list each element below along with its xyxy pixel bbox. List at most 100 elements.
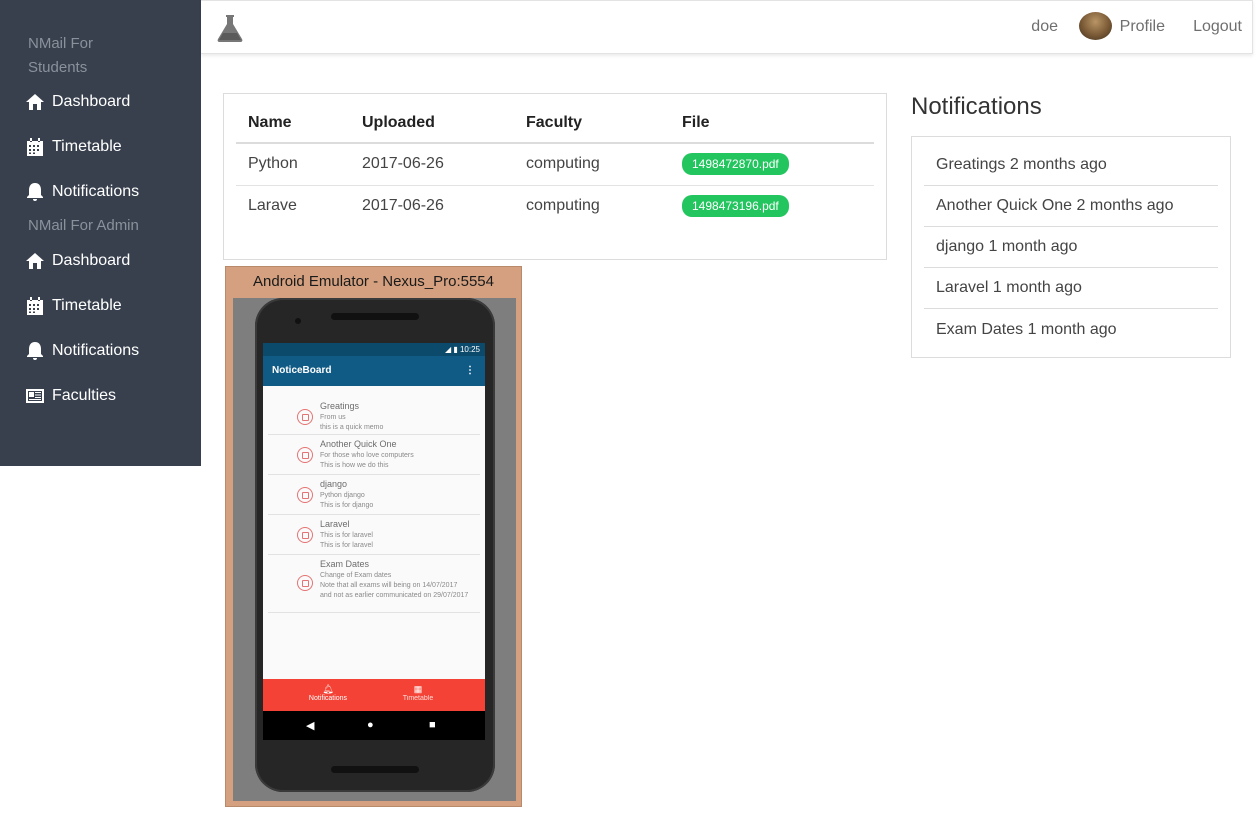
phone-display: ◢ ▮ 10:25 NoticeBoard ⋮ Greatings From u… [263,343,485,740]
notice-title: django [320,479,348,489]
top-navbar: doe Profile Logout [201,0,1253,54]
notice-line: this is a quick memo [320,424,384,431]
bell-icon [24,340,46,362]
logout-link[interactable]: Logout [1193,18,1242,36]
flask-icon[interactable] [215,13,245,43]
notice-line: Note that all exams will being on 14/07/… [320,582,469,599]
camera-icon [295,318,301,324]
notice-item[interactable]: Another Quick One For those who love com… [268,435,480,475]
sidebar: NMail For Students Dashboard Timetable N… [0,0,201,466]
cell-name: Python [236,143,350,186]
column-header-uploaded: Uploaded [350,104,514,144]
megaphone-icon [297,447,313,463]
bottom-navigation: 🔔︎ Notifications ▦ Timetable [263,679,485,711]
android-emulator-window: Android Emulator - Nexus_Pro:5554 ◢ ▮ 10… [225,266,522,807]
cell-uploaded: 2017-06-26 [362,197,444,215]
notice-line: For those who love computers [320,452,414,459]
home-button-icon[interactable]: ● [367,719,374,731]
cell-uploaded: 2017-06-26 [350,143,514,186]
phone-status-bar: ◢ ▮ 10:25 [263,343,485,356]
overflow-menu-icon[interactable]: ⋮ [465,356,475,386]
notice-title: Another Quick One [320,439,397,449]
sidebar-item-admin-faculties[interactable]: Faculties [24,381,116,411]
calendar-icon: ▦ [413,684,423,694]
student-section-title: NMail For Students [28,35,94,76]
bell-icon: 🔔︎ [322,684,334,694]
notification-item[interactable]: Greatings 2 months ago [924,145,1218,186]
megaphone-icon [297,409,313,425]
notice-line: This is for laravel [320,532,373,539]
signal-icon: ◢ ▮ [444,345,460,354]
profile-link[interactable]: Profile [1120,18,1165,36]
uploads-table-card: Name Uploaded Faculty File Python 2017-0… [223,93,887,260]
calendar-icon [24,136,46,158]
notice-line: This is for laravel [320,542,373,549]
back-icon[interactable]: ◀ [306,719,314,732]
sidebar-item-label: Notifications [52,183,140,200]
notification-item[interactable]: Exam Dates 1 month ago [924,309,1218,350]
notification-item[interactable]: django 1 month ago [924,227,1218,268]
sidebar-item-label: Timetable [52,297,122,314]
cell-file: 1498472870.pdf [670,143,874,186]
notice-title: Exam Dates [320,559,370,569]
notice-item[interactable]: django Python django This is for django [268,475,480,515]
cell-file: 1498473196.pdf [670,185,874,227]
app-bar: NoticeBoard ⋮ [263,356,485,386]
bottom-nav-label: Notifications [308,695,348,702]
sidebar-item-admin-timetable[interactable]: Timetable [24,291,122,321]
cell-faculty: computing [526,197,600,215]
recents-icon[interactable]: ■ [429,719,436,731]
notice-item[interactable]: Greatings From us this is a quick memo [268,395,480,435]
cell-faculty: computing [514,143,670,186]
file-link[interactable]: 1498472870.pdf [682,153,789,176]
bottom-nav-notifications[interactable]: 🔔︎ Notifications [288,684,368,702]
notifications-title: Notifications [911,93,1042,120]
notice-line: From us [320,414,346,421]
column-header-name: Name [236,104,350,144]
speaker-grille [331,766,419,773]
phone-frame: ◢ ▮ 10:25 NoticeBoard ⋮ Greatings From u… [255,298,495,792]
bell-icon [24,181,46,203]
sidebar-item-admin-notifications[interactable]: Notifications [24,336,139,366]
notification-item[interactable]: Laravel 1 month ago [924,268,1218,309]
notice-item[interactable]: Laravel This is for laravel This is for … [268,515,480,555]
sidebar-item-label: Dashboard [52,252,131,269]
uploads-table: Name Uploaded Faculty File Python 2017-0… [236,104,874,227]
notice-title: Greatings [320,401,360,411]
notice-title: Laravel [320,519,350,529]
home-icon [24,250,46,272]
bottom-nav-label: Timetable [402,695,434,702]
phone-clock: 10:25 [459,345,480,354]
notifications-list: Greatings 2 months ago Another Quick One… [911,136,1231,358]
cell-name: Larave [248,197,297,215]
home-icon [24,91,46,113]
megaphone-icon [297,487,313,503]
notification-item[interactable]: Another Quick One 2 months ago [924,186,1218,227]
emulator-title: Android Emulator - Nexus_Pro:5554 [253,273,494,290]
bottom-nav-timetable[interactable]: ▦ Timetable [378,684,458,702]
column-header-file: File [670,104,874,144]
notice-line: This is how we do this [320,462,389,469]
app-title: NoticeBoard [272,365,332,376]
newspaper-icon [24,385,46,407]
notice-line: This is for django [320,502,374,509]
notice-line: Python django [320,492,365,499]
sidebar-item-student-dashboard[interactable]: Dashboard [24,87,130,117]
column-header-faculty: Faculty [514,104,670,144]
table-row: Python 2017-06-26 computing 1498472870.p… [236,143,874,186]
sidebar-item-student-timetable[interactable]: Timetable [24,132,122,162]
megaphone-icon [297,527,313,543]
notice-item[interactable]: Exam Dates Change of Exam dates Note tha… [268,555,480,613]
sidebar-item-label: Faculties [52,387,117,404]
sidebar-item-label: Timetable [52,138,122,155]
avatar[interactable] [1079,12,1112,40]
table-row: Larave 2017-06-26 computing 1498473196.p… [236,185,874,227]
sidebar-item-student-notifications[interactable]: Notifications [24,177,139,207]
system-navigation-bar: ◀ ● ■ [263,711,485,740]
sidebar-item-label: Dashboard [52,93,131,110]
admin-section-title: NMail For Admin [28,217,139,234]
file-link[interactable]: 1498473196.pdf [682,195,789,218]
megaphone-icon [297,575,313,591]
notice-line: Change of Exam dates [320,572,392,579]
sidebar-item-admin-dashboard[interactable]: Dashboard [24,246,130,276]
